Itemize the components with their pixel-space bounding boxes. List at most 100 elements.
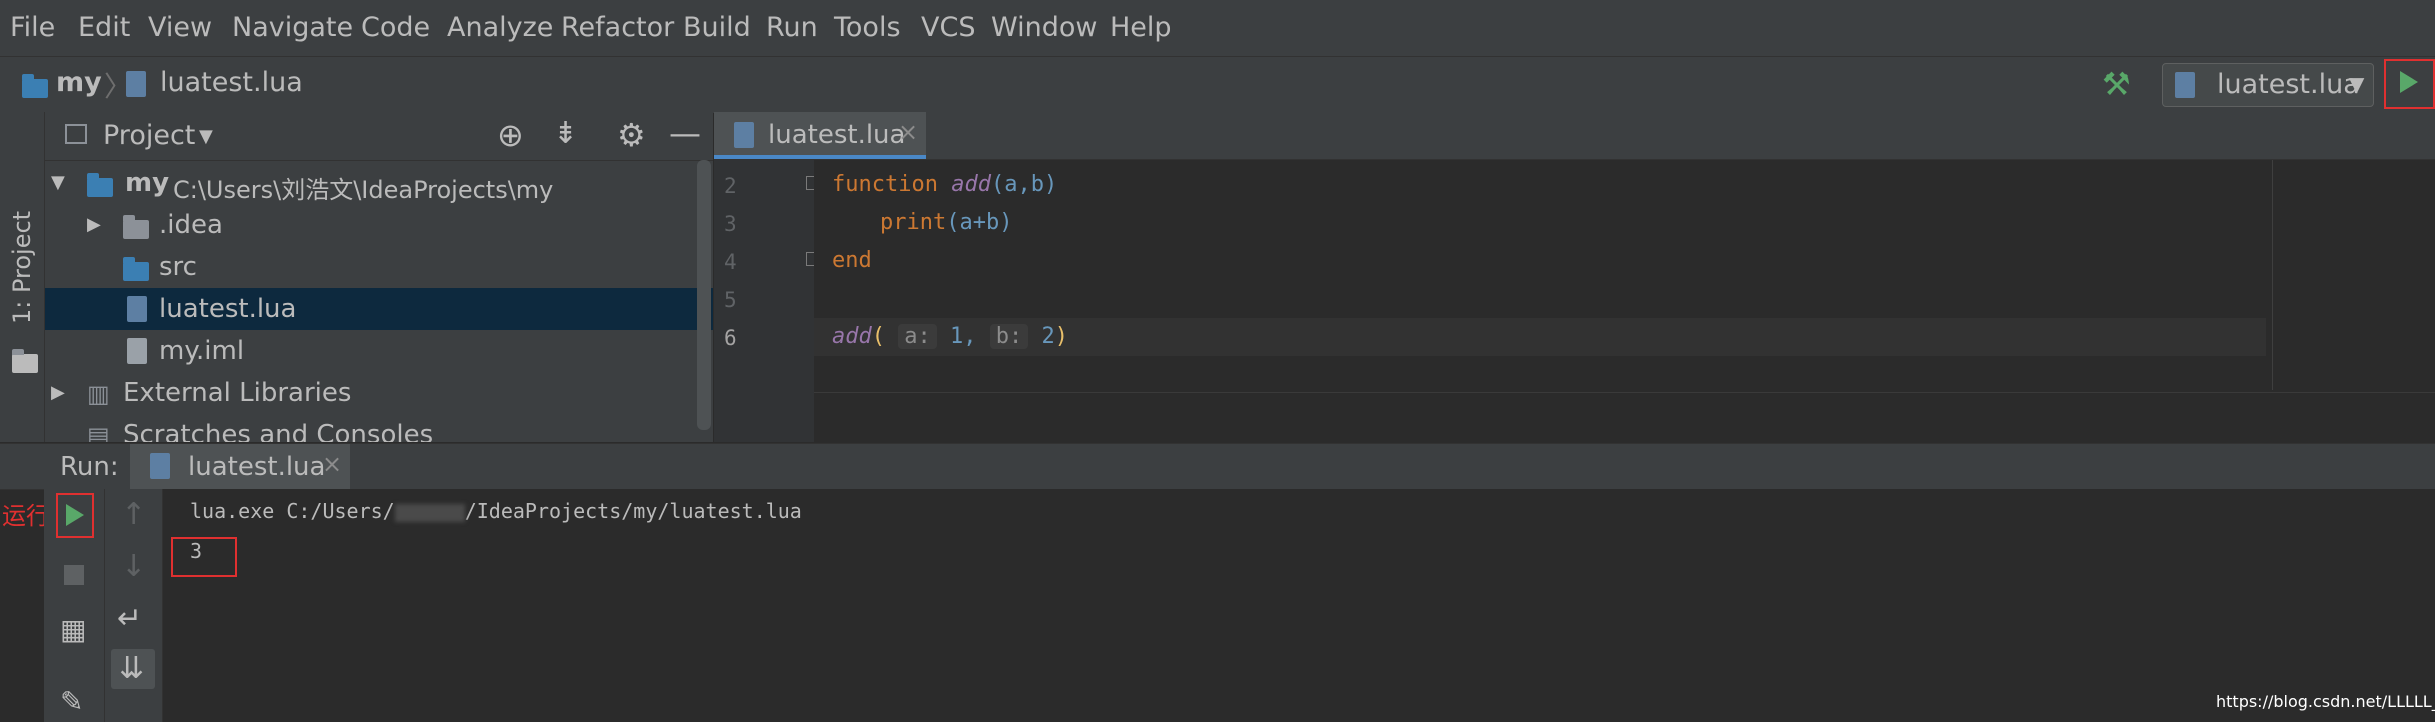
menu-help[interactable]: Help [1110,12,1172,43]
keyword-function: function [832,172,938,197]
param-hint-b: b: [989,324,1029,349]
run-panel-header: Run: luatest.lua × [0,443,2435,490]
menu-code[interactable]: Code [361,12,430,43]
menu-navigate[interactable]: Navigate [232,12,353,43]
line-number: 3 [724,212,737,236]
close-paren: ) [1054,324,1068,349]
arrow-up-icon[interactable]: ↑ [121,497,146,532]
collapse-all-icon[interactable]: ⇟ [553,116,578,151]
editor-tab-luatest[interactable]: luatest.lua × [714,112,926,159]
menu-refactor[interactable]: Refactor [561,12,674,43]
project-panel-header: Project ▼ ⊕ ⇟ ⚙ — [45,112,713,161]
lua-file-icon [126,71,146,97]
stop-icon[interactable] [64,565,84,585]
keyword-end: end [832,248,872,273]
run-panel-label: Run: [60,452,119,482]
breadcrumb-file[interactable]: luatest.lua [160,67,303,98]
menu-window[interactable]: Window [991,12,1097,43]
console-command-prefix: lua.exe C:/Users/ [190,499,395,523]
open-paren: ( [871,324,885,349]
run-toolbar-secondary: ↑ ↓ ↵ ⇊ [105,489,163,722]
run-config-label: luatest.lua [2217,69,2360,100]
line-number: 4 [724,250,737,274]
layout-icon[interactable]: ▦ [60,613,86,646]
run-tab-luatest[interactable]: luatest.lua × [130,444,350,489]
code-editor[interactable] [814,160,2435,442]
tree-row-external-libraries[interactable]: ▶ ▥ External Libraries [45,372,713,414]
lua-file-icon [127,296,147,322]
code-line-2: function add(a,b) [832,172,1057,197]
menu-run[interactable]: Run [766,12,818,43]
arg-value-b: 2 [1041,324,1055,349]
redacted-username [394,503,465,522]
iml-file-icon [127,338,147,364]
function-params: (a,b) [990,172,1058,197]
output-highlight [171,537,237,577]
menu-file[interactable]: File [10,12,55,43]
watermark: https://blog.csdn.net/LLLLL__ [2216,692,2435,711]
menu-build[interactable]: Build [683,12,751,43]
project-panel: Project ▼ ⊕ ⇟ ⚙ — ▼ my C:\Users\刘浩文\Idea… [45,112,713,442]
menu-bar: File Edit View Navigate Code Analyze Ref… [0,0,2435,56]
expand-arrow-icon[interactable]: ▶ [51,382,65,403]
menu-edit[interactable]: Edit [78,12,130,43]
editor-gutter: 2 3 4 5 6 [714,160,820,442]
menu-tools[interactable]: Tools [834,12,901,43]
line-number: 6 [724,326,737,350]
folder-icon [12,349,38,373]
code-line-4: end [832,248,872,273]
arg-value-a: 1, [950,324,977,349]
play-icon [2400,71,2418,93]
right-margin-guide [2272,160,2273,390]
console-command-suffix: /IdeaProjects/my/luatest.lua [464,499,802,523]
tree-row-idea[interactable]: ▶ .idea [45,204,713,246]
menu-vcs[interactable]: VCS [921,12,975,43]
arrow-down-icon[interactable]: ↓ [121,549,146,584]
editor-tab-label: luatest.lua [768,120,906,150]
tree-item-label: luatest.lua [159,294,297,324]
tree-root-name: my [125,168,170,198]
folder-icon [123,257,149,281]
editor-tab-bar: luatest.lua × [714,112,2435,160]
tree-row-luatest[interactable]: luatest.lua [45,288,713,330]
soft-wrap-icon[interactable]: ↵ [117,601,142,636]
menu-analyze[interactable]: Analyze [447,12,553,43]
tree-row-scratches[interactable]: ▤ Scratches and Consoles [45,414,713,442]
close-icon[interactable]: × [898,118,918,146]
run-button[interactable] [2400,71,2418,93]
project-view-title[interactable]: Project [103,120,195,151]
close-icon[interactable]: × [322,450,342,478]
tree-row-src[interactable]: src [45,246,713,288]
tree-item-label: .idea [159,210,223,240]
project-scrollbar[interactable] [697,160,711,430]
expand-arrow-icon[interactable]: ▶ [87,214,101,235]
chevron-down-icon[interactable]: ▼ [199,126,213,147]
breadcrumb-project[interactable]: my [56,67,102,98]
locate-crosshair-icon[interactable]: ⊕ [497,116,524,154]
menu-view[interactable]: View [148,12,212,43]
rerun-button[interactable] [66,504,84,526]
param-hint-a: a: [898,324,937,349]
build-hammer-icon[interactable]: ⚒ [2102,65,2131,103]
lua-file-icon [734,122,754,148]
scroll-to-end-button[interactable]: ⇊ [111,649,155,689]
tree-row-root[interactable]: ▼ my C:\Users\刘浩文\IdeaProjects\my [45,162,713,204]
gear-icon[interactable]: ⚙ [617,116,646,154]
expand-arrow-icon[interactable]: ▼ [51,172,65,193]
code-line-6: add( a: 1, b: 2) [832,324,1068,349]
hide-panel-icon[interactable]: — [669,114,701,152]
tree-row-iml[interactable]: my.iml [45,330,713,372]
project-tool-tab[interactable]: 1: Project [8,211,36,324]
line-number: 2 [724,174,737,198]
scroll-to-end-icon: ⇊ [119,651,145,686]
run-console[interactable]: lua.exe C:/Users/ /IdeaProjects/my/luates… [163,489,2435,722]
run-config-selector[interactable]: luatest.lua ▼ [2162,63,2374,107]
tree-root-path: C:\Users\刘浩文\IdeaProjects\my [173,176,554,204]
tree-item-label: src [159,252,197,282]
line-number: 5 [724,288,737,312]
scratches-icon: ▤ [87,422,110,442]
console-output: 3 [190,539,203,563]
console-command-line: lua.exe C:/Users/ /IdeaProjects/my/luates… [190,499,802,523]
tree-item-label: Scratches and Consoles [123,420,434,442]
pin-icon[interactable]: ✎ [60,685,83,718]
